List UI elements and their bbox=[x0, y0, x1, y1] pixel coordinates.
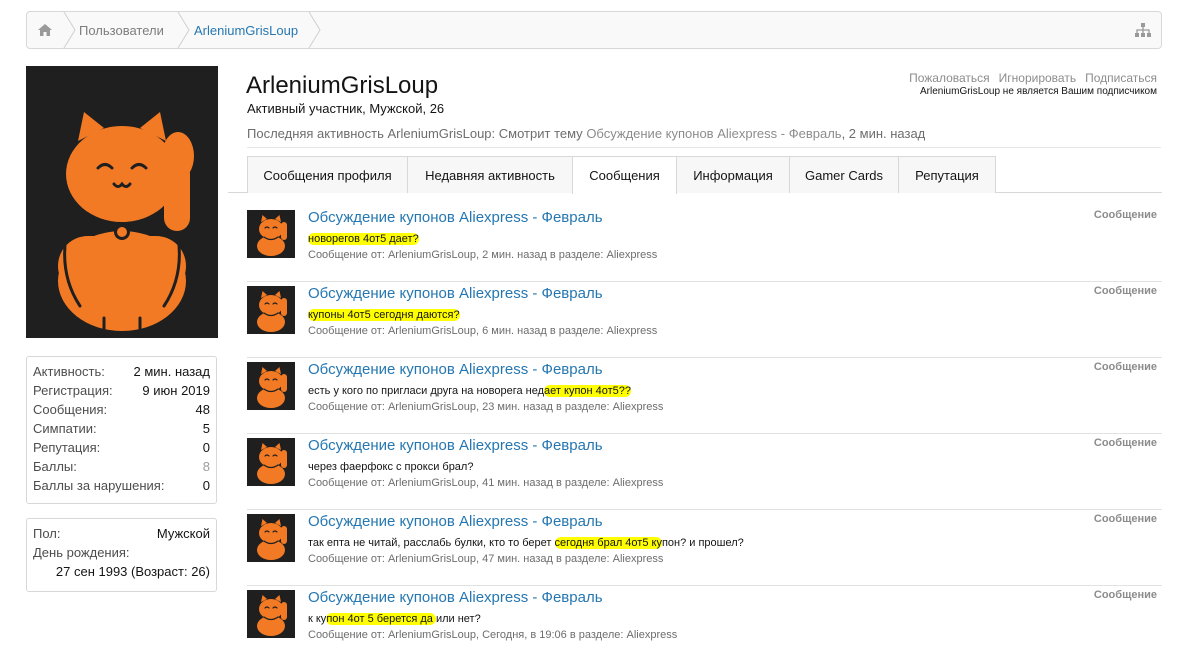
message-avatar[interactable] bbox=[247, 438, 295, 486]
stat-reputation: Репутация: 0 bbox=[33, 440, 210, 455]
search-highlight: купоны 4от5 сегодня даются? bbox=[308, 309, 460, 321]
content-type-label: Сообщение bbox=[1093, 589, 1157, 601]
message-snippet: новорегов 4от5 дает? bbox=[308, 233, 419, 245]
home-icon bbox=[38, 24, 52, 36]
list-item: Обсуждение купонов Aliexpress - Февраль … bbox=[247, 358, 1162, 434]
lucky-cat-icon bbox=[257, 367, 287, 408]
sitemap-icon bbox=[1135, 23, 1151, 37]
stat-registration: Регистрация: 9 июн 2019 bbox=[33, 383, 210, 398]
profile-user-title: Активный участник, Мужской, 26 bbox=[247, 101, 445, 116]
message-meta: Сообщение от: ArleniumGrisLoup, 23 мин. … bbox=[308, 401, 664, 413]
message-snippet: через фаерфокс с прокси брал? bbox=[308, 461, 474, 473]
lucky-cat-icon bbox=[257, 215, 287, 256]
divider bbox=[247, 147, 1161, 148]
breadcrumb: Пользователи ArleniumGrisLoup bbox=[26, 11, 1162, 49]
breadcrumb-item-current[interactable]: ArleniumGrisLoup bbox=[194, 12, 298, 48]
list-item: Обсуждение купонов Aliexpress - Февраль … bbox=[247, 510, 1162, 586]
last-activity-thread-link[interactable]: Обсуждение купонов Aliexpress - Февраль bbox=[586, 126, 841, 141]
content-type-label: Сообщение bbox=[1093, 361, 1157, 373]
stat-activity: Активность: 2 мин. назад bbox=[33, 364, 210, 379]
message-meta: Сообщение от: ArleniumGrisLoup, Сегодня,… bbox=[308, 629, 678, 641]
message-meta: Сообщение от: ArleniumGrisLoup, 41 мин. … bbox=[308, 477, 664, 489]
content-type-label: Сообщение bbox=[1093, 513, 1157, 525]
lucky-cat-icon bbox=[257, 443, 287, 484]
report-link[interactable]: Пожаловаться bbox=[909, 71, 990, 85]
tab-information[interactable]: Информация bbox=[676, 156, 790, 193]
message-snippet: купоны 4от5 сегодня даются? bbox=[308, 309, 460, 321]
lucky-cat-icon bbox=[257, 595, 287, 636]
message-avatar[interactable] bbox=[247, 286, 295, 334]
message-avatar[interactable] bbox=[247, 210, 295, 258]
list-item: Обсуждение купонов Aliexpress - Февраль … bbox=[247, 434, 1162, 510]
stat-messages: Сообщения: 48 bbox=[33, 400, 210, 419]
lucky-cat-icon bbox=[58, 112, 194, 338]
message-thread-title[interactable]: Обсуждение купонов Aliexpress - Февраль bbox=[308, 437, 603, 454]
content-type-label: Сообщение bbox=[1093, 437, 1157, 449]
breadcrumb-separator bbox=[63, 12, 77, 48]
message-avatar[interactable] bbox=[247, 362, 295, 410]
message-thread-title[interactable]: Обсуждение купонов Aliexpress - Февраль bbox=[308, 361, 603, 378]
stats-panel: Активность: 2 мин. назад Регистрация: 9 ию… bbox=[26, 356, 217, 504]
message-meta: Сообщение от: ArleniumGrisLoup, 47 мин. … bbox=[308, 553, 664, 565]
search-highlight: сегодня брал 4от5 ку bbox=[554, 537, 662, 549]
search-highlight: новорегов 4от5 дает? bbox=[308, 233, 419, 245]
message-snippet: есть у кого по пригласи друга на новорег… bbox=[308, 385, 632, 397]
message-avatar[interactable] bbox=[247, 590, 295, 638]
list-item: Обсуждение купонов Aliexpress - Февраль … bbox=[247, 282, 1162, 358]
message-meta: Сообщение от: ArleniumGrisLoup, 6 мин. н… bbox=[308, 325, 658, 337]
breadcrumb-home[interactable] bbox=[27, 12, 63, 48]
list-item: Обсуждение купонов Aliexpress - Февраль … bbox=[247, 206, 1162, 282]
follow-link[interactable]: Подписаться bbox=[1085, 71, 1157, 85]
info-birthday-label: День рождения: bbox=[33, 545, 130, 560]
content-type-label: Сообщение bbox=[1093, 285, 1157, 297]
list-item: Обсуждение купонов Aliexpress - Февраль … bbox=[247, 586, 1162, 647]
search-highlight: пон 4от 5 берется да bbox=[326, 613, 436, 625]
profile-actions: Пожаловаться Игнорировать Подписаться bbox=[909, 71, 1157, 85]
lucky-cat-icon bbox=[257, 291, 287, 332]
tab-recent-activity[interactable]: Недавняя активность bbox=[407, 156, 573, 193]
breadcrumb-item-users[interactable]: Пользователи bbox=[79, 12, 164, 48]
sitemap-button[interactable] bbox=[1135, 12, 1151, 48]
search-highlight: ает купон 4от5?? bbox=[544, 385, 632, 397]
last-activity: Последняя активность ArleniumGrisLoup: С… bbox=[247, 126, 926, 141]
stat-messages-link[interactable]: 48 bbox=[196, 400, 210, 419]
tab-messages[interactable]: Сообщения bbox=[572, 156, 677, 194]
breadcrumb-separator bbox=[177, 12, 191, 48]
message-thread-title[interactable]: Обсуждение купонов Aliexpress - Февраль bbox=[308, 209, 603, 226]
message-meta: Сообщение от: ArleniumGrisLoup, 2 мин. н… bbox=[308, 249, 658, 261]
message-snippet: к купон 4от 5 берется да или нет? bbox=[308, 613, 481, 625]
stat-points-link[interactable]: 8 bbox=[203, 457, 210, 476]
message-thread-title[interactable]: Обсуждение купонов Aliexpress - Февраль bbox=[308, 513, 603, 530]
message-snippet: так епта не читай, расслабь булки, кто т… bbox=[308, 537, 744, 549]
tab-reputation[interactable]: Репутация bbox=[898, 156, 996, 193]
info-birthday-value: 27 сен 1993 (Возраст: 26) bbox=[55, 564, 210, 579]
breadcrumb-separator bbox=[308, 12, 322, 48]
profile-avatar[interactable] bbox=[26, 66, 218, 338]
stat-warning-points: Баллы за нарушения: 0 bbox=[33, 478, 210, 493]
info-gender: Пол: Мужской bbox=[33, 526, 210, 541]
stat-points: Баллы: 8 bbox=[33, 457, 210, 476]
ignore-link[interactable]: Игнорировать bbox=[999, 71, 1076, 85]
info-panel: Пол: Мужской День рождения: 27 сен 1993 (… bbox=[26, 518, 217, 592]
message-thread-title[interactable]: Обсуждение купонов Aliexpress - Февраль bbox=[308, 285, 603, 302]
stat-likes: Симпатии: 5 bbox=[33, 421, 210, 436]
lucky-cat-icon bbox=[257, 519, 287, 560]
profile-username: ArleniumGrisLoup bbox=[246, 72, 439, 99]
follow-status-note: ArleniumGrisLoup не является Вашим подпи… bbox=[919, 86, 1157, 97]
message-avatar[interactable] bbox=[247, 514, 295, 562]
message-thread-title[interactable]: Обсуждение купонов Aliexpress - Февраль bbox=[308, 589, 603, 606]
content-type-label: Сообщение bbox=[1093, 209, 1157, 221]
tab-gamer-cards[interactable]: Gamer Cards bbox=[789, 156, 899, 193]
tab-profile-posts[interactable]: Сообщения профиля bbox=[247, 156, 408, 193]
